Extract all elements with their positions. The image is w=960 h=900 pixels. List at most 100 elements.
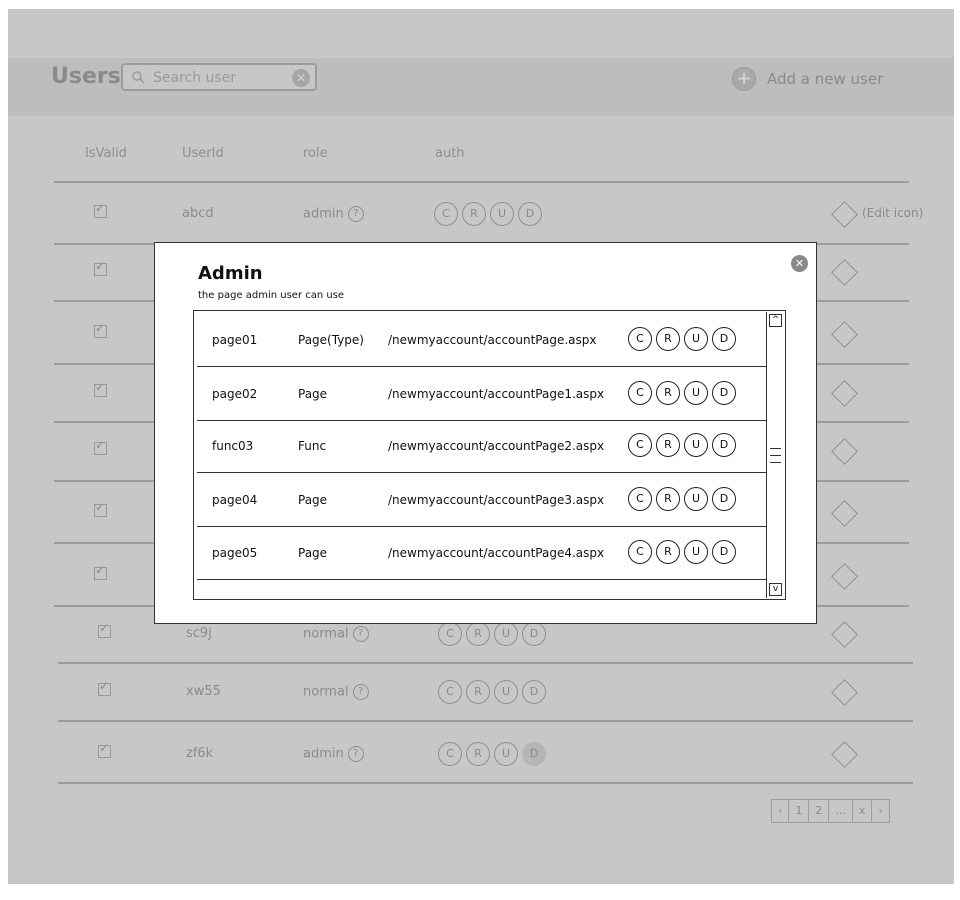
clear-icon[interactable]: ✕ — [292, 69, 310, 87]
crud-u-button[interactable]: U — [684, 540, 708, 564]
question-icon[interactable]: ? — [352, 626, 369, 642]
close-icon[interactable]: ✕ — [791, 255, 808, 272]
isvalid-checkbox[interactable] — [98, 621, 111, 638]
crud-u-button[interactable]: U — [490, 202, 514, 226]
user-role: admin? — [303, 746, 364, 762]
crud-r-button[interactable]: R — [656, 381, 680, 405]
page-path: /newmyaccount/accountPage2.aspx — [388, 439, 605, 453]
crud-buttons: CRUD — [438, 680, 546, 704]
user-role: normal? — [303, 684, 369, 700]
crud-c-button[interactable]: C — [628, 487, 652, 511]
column-header-role[interactable]: role — [303, 146, 328, 161]
modal-subtitle: the page admin user can use — [198, 290, 345, 301]
page-type: Page — [298, 387, 328, 401]
crud-r-button[interactable]: R — [656, 487, 680, 511]
edit-note: (Edit icon) — [862, 206, 924, 220]
isvalid-checkbox[interactable] — [94, 380, 107, 397]
list-item[interactable]: page02 Page/newmyaccount/accountPage1.asp… — [197, 367, 767, 421]
search-input[interactable]: Search user — [153, 70, 236, 86]
search-icon — [132, 71, 145, 84]
question-icon[interactable]: ? — [347, 746, 364, 762]
user-id: sc9j — [186, 626, 212, 641]
crud-u-button[interactable]: U — [494, 622, 518, 646]
question-icon[interactable]: ? — [347, 206, 364, 222]
search-box[interactable]: Search user ✕ — [121, 63, 317, 91]
page-link[interactable]: 1 — [788, 799, 810, 823]
crud-r-button[interactable]: R — [656, 327, 680, 351]
crud-buttons: CRUD — [628, 487, 736, 511]
crud-d-button[interactable]: D — [712, 327, 736, 351]
crud-u-button[interactable]: U — [684, 487, 708, 511]
crud-r-button[interactable]: R — [462, 202, 486, 226]
scroll-thumb[interactable] — [770, 442, 781, 466]
crud-d-button[interactable]: D — [712, 487, 736, 511]
crud-r-button[interactable]: R — [466, 742, 490, 766]
scroll-up-icon[interactable]: ^ — [769, 314, 782, 327]
isvalid-checkbox[interactable] — [94, 321, 107, 338]
page-link[interactable]: x — [851, 799, 873, 823]
crud-c-button[interactable]: C — [438, 742, 462, 766]
isvalid-checkbox[interactable] — [94, 259, 107, 276]
isvalid-checkbox[interactable] — [98, 679, 111, 696]
page-type: Page — [298, 493, 328, 507]
isvalid-checkbox[interactable] — [94, 500, 107, 517]
page-link[interactable]: ‹ — [771, 799, 790, 823]
crud-c-button[interactable]: C — [434, 202, 458, 226]
crud-r-button[interactable]: R — [466, 622, 490, 646]
crud-u-button[interactable]: U — [684, 433, 708, 457]
crud-c-button[interactable]: C — [628, 433, 652, 457]
crud-d-button[interactable]: D — [712, 381, 736, 405]
question-icon[interactable]: ? — [352, 684, 369, 700]
isvalid-checkbox[interactable] — [94, 201, 107, 218]
crud-r-button[interactable]: R — [466, 680, 490, 704]
scroll-down-icon[interactable]: v — [769, 583, 782, 596]
crud-buttons: CRUD — [628, 381, 736, 405]
page-path: /newmyaccount/accountPage4.aspx — [388, 546, 605, 560]
isvalid-checkbox[interactable] — [94, 438, 107, 455]
admin-modal: ✕ Admin the page admin user can use page… — [154, 242, 817, 624]
crud-r-button[interactable]: R — [656, 540, 680, 564]
page-id: page04 — [212, 493, 258, 507]
crud-u-button[interactable]: U — [684, 327, 708, 351]
isvalid-checkbox[interactable] — [98, 741, 111, 758]
crud-u-button[interactable]: U — [494, 742, 518, 766]
crud-d-button[interactable]: D — [518, 202, 542, 226]
crud-buttons: CRUD — [628, 433, 736, 457]
crud-c-button[interactable]: C — [438, 622, 462, 646]
crud-d-button[interactable]: D — [522, 622, 546, 646]
user-id: zf6k — [186, 746, 214, 761]
list-item[interactable]: page05 Page/newmyaccount/accountPage4.asp… — [197, 526, 767, 580]
column-header-userid[interactable]: UserId — [182, 146, 224, 161]
list-item[interactable]: page04 Page/newmyaccount/accountPage3.asp… — [197, 473, 767, 527]
list-item[interactable]: page01 Page(Type) /newmyaccount/accountPag… — [197, 313, 767, 367]
plus-circle-icon: + — [732, 67, 756, 91]
crud-c-button[interactable]: C — [628, 381, 652, 405]
crud-c-button[interactable]: C — [628, 327, 652, 351]
page-link[interactable]: ... — [828, 799, 853, 823]
list-item[interactable]: func03 Func/newmyaccount/accountPage2.asp… — [197, 419, 767, 473]
crud-d-button[interactable]: D — [522, 680, 546, 704]
crud-buttons: CRUD — [628, 540, 736, 564]
page-permission-list[interactable]: page05 Page/newmyaccount/accountPage4.asp… — [193, 310, 786, 600]
isvalid-checkbox[interactable] — [94, 563, 107, 580]
user-id: xw55 — [186, 684, 221, 699]
crud-d-button[interactable]: D — [522, 742, 546, 766]
page-link[interactable]: 2 — [808, 799, 830, 823]
page-link[interactable]: › — [871, 799, 890, 823]
column-header-auth[interactable]: auth — [435, 146, 465, 161]
crud-c-button[interactable]: C — [438, 680, 462, 704]
crud-d-button[interactable]: D — [712, 540, 736, 564]
crud-r-button[interactable]: R — [656, 433, 680, 457]
page-path: /newmyaccount/accountPage.aspx — [388, 333, 597, 347]
page-path: /newmyaccount/accountPage3.aspx — [388, 493, 605, 507]
crud-u-button[interactable]: U — [684, 381, 708, 405]
crud-u-button[interactable]: U — [494, 680, 518, 704]
column-header-isvalid[interactable]: IsValid — [85, 146, 127, 161]
crud-d-button[interactable]: D — [712, 433, 736, 457]
add-user-label: Add a new user — [767, 70, 884, 88]
scrollbar[interactable]: ^ v — [766, 312, 785, 598]
page-type: Page(Type) — [298, 333, 364, 347]
page-id: page02 — [212, 387, 258, 401]
add-user-button[interactable]: + Add a new user — [732, 67, 883, 91]
crud-c-button[interactable]: C — [628, 540, 652, 564]
